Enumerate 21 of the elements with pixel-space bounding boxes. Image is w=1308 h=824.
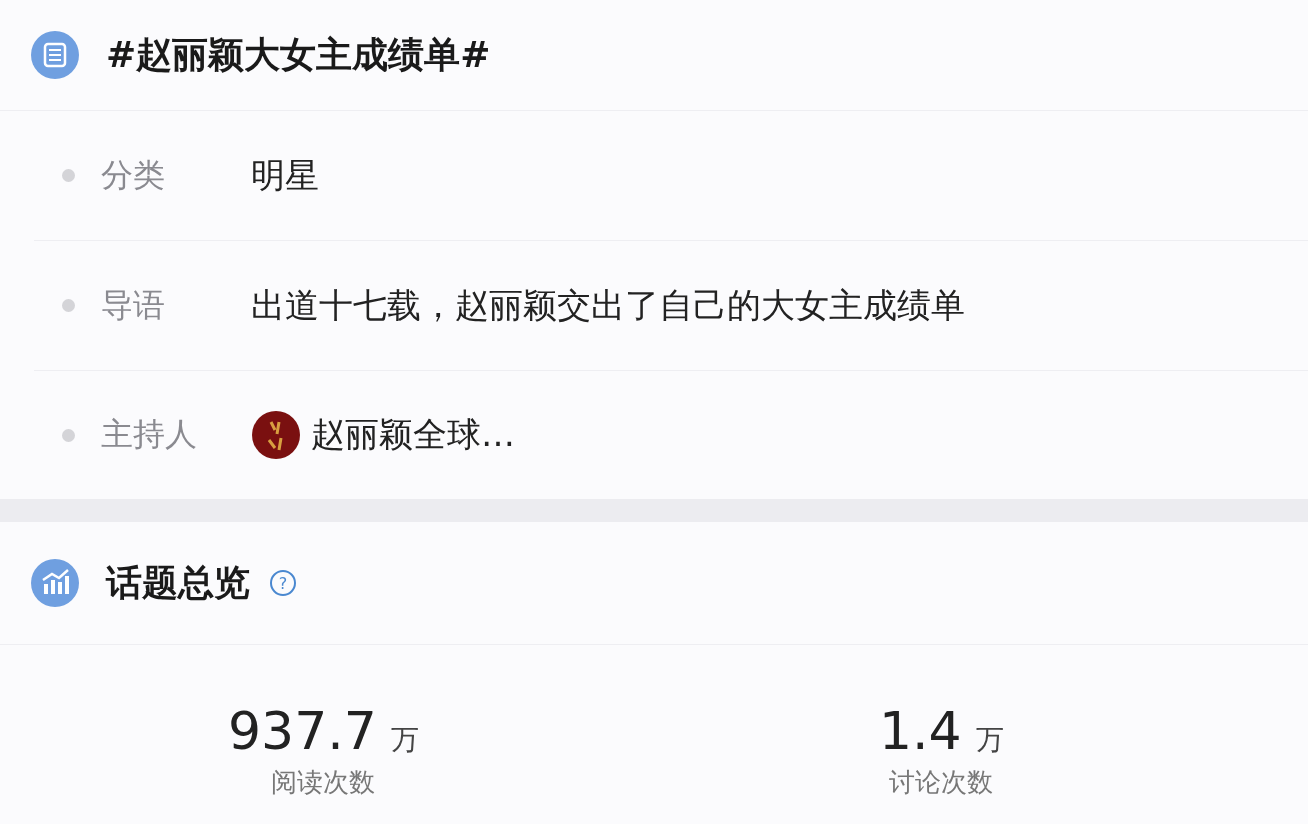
detail-label: 主持人 [101,414,198,455]
detail-value: 明星 [251,153,319,197]
stat-label: 阅读次数 [271,766,376,799]
host-name[interactable]: 赵丽颖全球… [311,412,515,458]
overview-title: 话题总览 [106,560,250,605]
help-icon[interactable]: ? [270,570,296,596]
detail-value: 出道十七载，赵丽颖交出了自己的大女主成绩单 [251,283,965,327]
chart-icon [30,558,80,608]
list-icon [30,30,80,80]
host-avatar-icon [251,410,301,460]
bullet-dot [62,169,75,182]
topic-title: #赵丽颖大女主成绩单# [106,32,491,77]
stat-number: 937.7 [228,701,377,761]
stat-unit: 万 [975,722,1004,758]
stat-unit: 万 [390,722,419,758]
bullet-dot [62,299,75,312]
bullet-dot [62,428,75,442]
stat-label: 讨论次数 [889,766,994,799]
stat-number: 1.4 [878,701,962,761]
detail-label: 分类 [101,154,166,196]
detail-label: 导语 [101,284,166,326]
